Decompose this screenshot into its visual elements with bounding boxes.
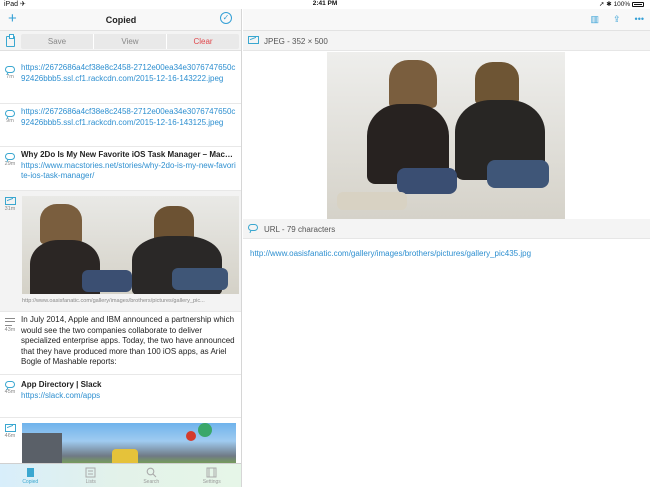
tab-settings[interactable]: Settings	[182, 464, 242, 487]
more-icon[interactable]: •••	[635, 14, 644, 24]
checkmark-circle-icon[interactable]: ✓	[220, 12, 232, 24]
tab-search[interactable]: Search	[121, 464, 182, 487]
action-segmented-control: Save View Clear	[21, 34, 239, 49]
settings-icon	[206, 467, 217, 478]
location-icon: ➚	[599, 1, 605, 8]
tab-bar: Copied Lists Search Settings	[0, 463, 242, 487]
status-bar: iPad ✈︎ 2:41 PM ➚ ✱ 100%	[0, 0, 650, 9]
item-text: In July 2014, Apple and IBM announced a …	[21, 315, 235, 366]
view-button[interactable]: View	[94, 34, 167, 49]
image-source-caption: http://www.oasisfanatic.com/gallery/imag…	[22, 298, 205, 304]
list-icon	[85, 467, 96, 478]
text-icon	[5, 318, 15, 326]
url-info: URL - 79 characters	[264, 225, 336, 234]
search-icon	[146, 467, 157, 478]
save-button[interactable]: Save	[21, 34, 94, 49]
list-item[interactable]: 45m App Directory | Slack https://slack.…	[0, 375, 241, 418]
battery-icon	[632, 1, 644, 7]
item-age: 46m	[4, 433, 16, 439]
clipboard-icon	[26, 468, 34, 477]
link-icon	[5, 110, 15, 117]
link-icon	[5, 66, 15, 73]
link-icon	[5, 153, 15, 160]
list-item[interactable]: 29m Why 2Do Is My New Favorite iOS Task …	[0, 147, 241, 191]
image-icon	[4, 424, 16, 432]
item-link[interactable]: https://www.macstories.net/stories/why-2…	[21, 161, 236, 182]
item-link[interactable]: https://2672686a4cf38e8c2458-2712e00ea34…	[21, 107, 236, 128]
share-icon[interactable]: ⇪	[613, 14, 621, 24]
list-item[interactable]: 31m http://www.oasisfanatic.com/gallery/…	[0, 191, 241, 312]
status-right: ➚ ✱ 100%	[599, 0, 644, 8]
bluetooth-icon: ✱	[606, 1, 612, 8]
link-icon	[248, 224, 258, 231]
item-age: 43m	[4, 327, 16, 333]
list-item[interactable]: 7m https://2672686a4cf38e8c2458-2712e00e…	[0, 60, 241, 104]
item-age: 31m	[4, 206, 16, 212]
list-item[interactable]: 43m In July 2014, Apple and IBM announce…	[0, 312, 241, 375]
item-link[interactable]: https://slack.com/apps	[21, 391, 236, 402]
image-info: JPEG - 352 × 500	[264, 37, 328, 46]
detail-nav-bar: ▥ ⇪ •••	[243, 9, 650, 31]
clipboard-list-pane: + Copied ✓ Save View Clear 7m https://26…	[0, 9, 242, 487]
battery-percent: 100%	[613, 1, 631, 8]
image-thumbnail[interactable]	[22, 196, 239, 294]
tab-lists[interactable]: Lists	[61, 464, 122, 487]
list-item[interactable]: 9m https://2672686a4cf38e8c2458-2712e00e…	[0, 104, 241, 147]
status-time: 2:41 PM	[312, 0, 338, 7]
sidebar-toggle-icon[interactable]: ▥	[590, 14, 599, 24]
left-nav-bar: + Copied ✓	[0, 9, 241, 31]
action-bar: Save View Clear	[0, 31, 241, 51]
url-section-header: URL - 79 characters	[243, 219, 650, 239]
detail-url[interactable]: http://www.oasisfanatic.com/gallery/imag…	[250, 249, 531, 258]
page-title: Copied	[105, 15, 137, 25]
image-icon	[248, 36, 259, 44]
image-icon	[4, 197, 16, 205]
item-link[interactable]: https://2672686a4cf38e8c2458-2712e00ea34…	[21, 63, 236, 84]
item-title: App Directory | Slack	[21, 380, 102, 389]
link-icon	[5, 381, 15, 388]
clear-button[interactable]: Clear	[167, 34, 239, 49]
clipboard-icon[interactable]	[6, 34, 15, 47]
detail-pane: ▥ ⇪ ••• JPEG - 352 × 500 URL - 79 charac…	[243, 9, 650, 487]
tab-copied[interactable]: Copied	[0, 464, 61, 487]
image-preview[interactable]	[327, 52, 565, 219]
image-section-header: JPEG - 352 × 500	[243, 31, 650, 51]
item-title: Why 2Do Is My New Favorite iOS Task Mana…	[21, 150, 233, 159]
